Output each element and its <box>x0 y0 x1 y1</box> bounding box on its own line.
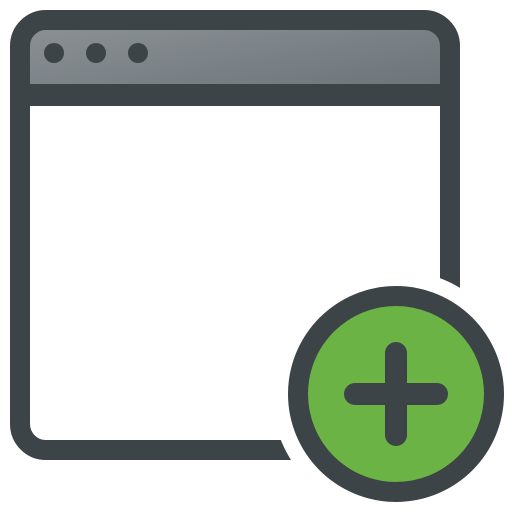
window-dot-1-icon <box>44 43 64 63</box>
title-bar-separator <box>20 84 450 106</box>
window-dot-2-icon <box>86 43 106 63</box>
new-window-icon <box>0 0 512 512</box>
new-window-icon-graphic <box>10 10 512 512</box>
plus-horizontal <box>344 383 448 405</box>
window-dot-3-icon <box>128 43 148 63</box>
